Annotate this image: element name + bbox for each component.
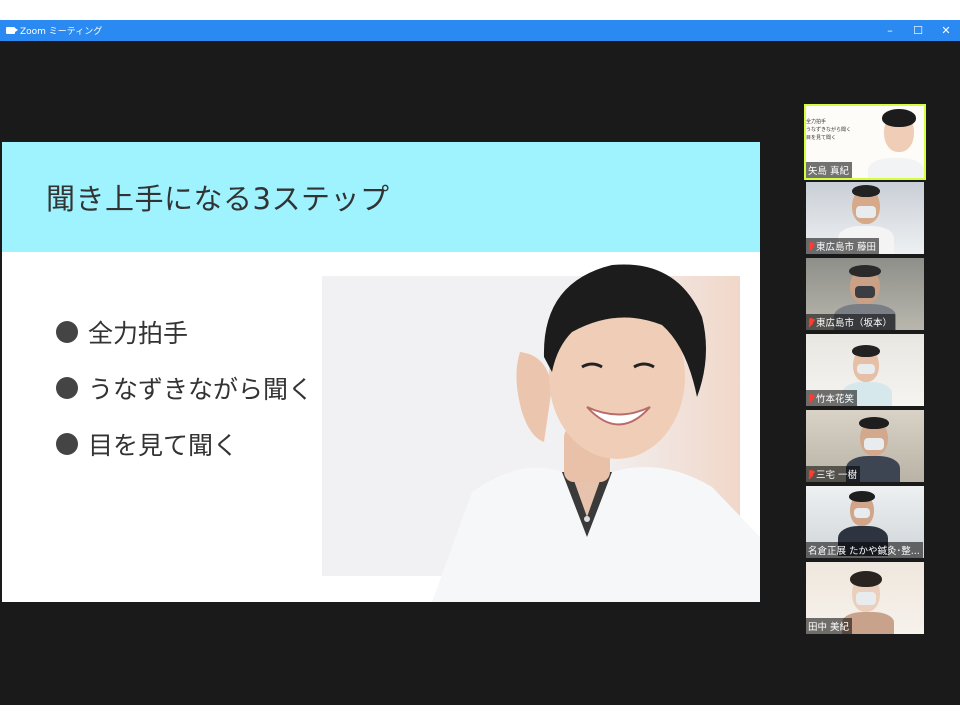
window-titlebar: Zoom ミーティング – ☐ ✕ [0,20,960,41]
mic-muted-icon [808,317,814,327]
participant-tile[interactable]: 全力拍手 うなずきながら聞く 目を見て聞く 矢島 真紀 [804,104,926,180]
participant-tile[interactable]: 三宅 一樹 [806,410,924,482]
mic-muted-icon [808,241,814,251]
participant-name: 田中 美紀 [806,618,853,634]
window-title: Zoom ミーティング [20,27,103,37]
mini-slide-text: 全力拍手 うなずきながら聞く 目を見て聞く [806,119,852,141]
participant-name: 東広島市（坂本） [806,314,896,330]
participant-name: 東広島市 藤田 [806,238,880,254]
participant-name: 矢島 真紀 [806,162,853,178]
participant-tile[interactable]: 名倉正展 たかや鍼灸･整... [806,486,924,558]
slide-bullet: うなずきながら聞く [56,360,313,416]
participant-tile[interactable]: 東広島市 藤田 [806,182,924,254]
mic-muted-icon [808,469,814,479]
participant-tile[interactable]: 東広島市（坂本） [806,258,924,330]
slide-title: 聞き上手になる3ステップ [46,182,390,216]
participant-name: 三宅 一樹 [806,466,861,482]
slide-bullet: 全力拍手 [56,304,313,360]
maximize-button[interactable]: ☐ [904,20,932,41]
bullet-dot-icon [56,433,78,455]
window-controls: – ☐ ✕ [876,20,960,41]
presenter-video [432,264,760,602]
bullet-dot-icon [56,321,78,343]
participant-tile[interactable]: 田中 美紀 [806,562,924,634]
bullet-dot-icon [56,377,78,399]
participant-tile[interactable]: 竹本花笑 [806,334,924,406]
close-button[interactable]: ✕ [932,20,960,41]
meeting-area: 聞き上手になる3ステップ 全力拍手 うなずきながら聞く 目を見て聞く 全力拍手 … [0,41,960,705]
participant-name: 竹本花笑 [806,390,858,406]
mic-muted-icon [808,393,814,403]
participant-gallery: 全力拍手 うなずきながら聞く 目を見て聞く 矢島 真紀 東広島市 藤田 東広島市… [804,104,926,638]
shared-screen: 聞き上手になる3ステップ 全力拍手 うなずきながら聞く 目を見て聞く [2,142,760,602]
slide-bullet-list: 全力拍手 うなずきながら聞く 目を見て聞く [56,304,313,472]
slide-bullet: 目を見て聞く [56,416,313,472]
minimize-button[interactable]: – [876,20,904,41]
zoom-camera-icon [6,27,18,34]
participant-name: 名倉正展 たかや鍼灸･整... [806,542,923,558]
